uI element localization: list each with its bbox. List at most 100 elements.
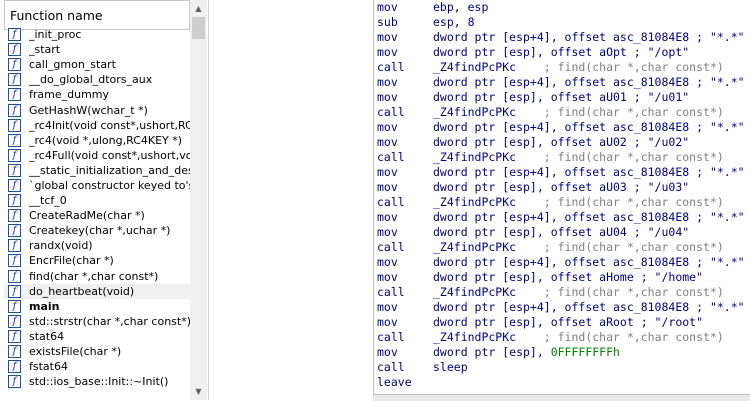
function-item[interactable]: f _start <box>4 42 190 57</box>
function-item[interactable]: f randx(void) <box>4 238 190 253</box>
disassembly-line[interactable]: call _Z4findPcPKc ; find(char *,char cons… <box>374 330 750 345</box>
operand-text: _Z4findPcPKc <box>433 150 517 164</box>
function-icon: f <box>8 178 21 192</box>
operand-text: dword ptr [esp], offset aU01 ; "/u01" <box>433 90 690 104</box>
function-item-label: call_gmon_start <box>29 58 116 72</box>
function-item[interactable]: f _rc4Init(void const*,ushort,RC4K <box>4 118 190 133</box>
functions-header[interactable]: Function name <box>4 0 190 30</box>
disassembly-line[interactable]: call _Z4findPcPKc ; find(char *,char cons… <box>374 150 750 165</box>
disassembly-line[interactable]: mov dword ptr [esp+4], offset asc_81084E8… <box>374 30 750 45</box>
functions-list: f _init_proc f _start f call_gmon_start f __do_… <box>4 27 190 400</box>
instruction-mnemonic: mov <box>377 75 398 89</box>
instruction-mnemonic: call <box>377 330 405 344</box>
function-item-label: _rc4(void *,ulong,RC4KEY *) <box>29 133 183 147</box>
instruction-operands: dword ptr [esp+4], offset asc_81084E8 ; … <box>433 210 745 224</box>
operand-text: dword ptr [esp+4], offset asc_81084E8 ; … <box>433 75 745 89</box>
instruction-mnemonic: call <box>377 150 405 164</box>
function-item[interactable]: f GetHashW(wchar_t *) <box>4 102 190 117</box>
disassembly-line[interactable]: call sleep <box>374 360 750 375</box>
function-item-label: main <box>29 299 60 313</box>
function-item[interactable]: f CreateRadMe(char *) <box>4 208 190 223</box>
instruction-comment: ; find(char *,char const*) <box>516 330 724 344</box>
disassembly-line[interactable]: call _Z4findPcPKc ; find(char *,char cons… <box>374 195 750 210</box>
disassembly-line[interactable]: mov ebp, esp <box>374 0 750 15</box>
function-item[interactable]: f EncrFile(char *) <box>4 253 190 268</box>
function-item-label: EncrFile(char *) <box>29 254 114 268</box>
function-item[interactable]: f _rc4(void *,ulong,RC4KEY *) <box>4 133 190 148</box>
function-item[interactable]: f frame_dummy <box>4 87 190 102</box>
instruction-mnemonic: mov <box>377 225 398 239</box>
disassembly-line[interactable]: mov dword ptr [esp+4], offset asc_81084E8… <box>374 210 750 225</box>
function-item[interactable]: f stat64 <box>4 329 190 344</box>
function-icon: f <box>8 43 21 57</box>
operand-text: dword ptr [esp+4], offset asc_81084E8 ; … <box>433 165 745 179</box>
disassembly-view: mov ebp, esp sub esp, 8 mov dword ptr [esp+4]… <box>373 0 750 400</box>
scrollbar-thumb[interactable] <box>192 17 205 39</box>
disassembly-line[interactable]: mov dword ptr [esp+4], offset asc_81084E8… <box>374 120 750 135</box>
disassembly-line[interactable]: call _Z4findPcPKc ; find(char *,char cons… <box>374 285 750 300</box>
function-item[interactable]: f std::strstr(char *,char const*) <box>4 314 190 329</box>
function-item-label: GetHashW(wchar_t *) <box>29 103 148 117</box>
disassembly-line[interactable]: mov dword ptr [esp], offset aU03 ; "/u03" <box>374 180 750 195</box>
disassembly-line[interactable]: mov dword ptr [esp], offset aOpt ; "/opt" <box>374 45 750 60</box>
function-icon: f <box>8 375 21 389</box>
disassembly-line[interactable]: sub esp, 8 <box>374 15 750 30</box>
operand-text: dword ptr [esp+4], offset asc_81084E8 ; … <box>433 210 745 224</box>
function-item[interactable]: f do_heartbeat(void) <box>4 283 190 299</box>
function-item[interactable]: f _init_proc <box>4 27 190 42</box>
function-item[interactable]: f `global constructor keyed to'szKe <box>4 178 190 193</box>
operand-text: dword ptr [esp+4], offset asc_81084E8 ; … <box>433 300 745 314</box>
disassembly-line[interactable]: call _Z4findPcPKc ; find(char *,char cons… <box>374 240 750 255</box>
function-icon: f <box>8 163 21 177</box>
disassembly-line[interactable]: leave <box>374 375 750 390</box>
function-item[interactable]: f call_gmon_start <box>4 57 190 72</box>
instruction-mnemonic: call <box>377 240 405 254</box>
function-icon: f <box>8 360 21 374</box>
disassembly-line[interactable]: call _Z4findPcPKc ; find(char *,char cons… <box>374 60 750 75</box>
disassembly-line[interactable]: mov dword ptr [esp+4], offset asc_81084E8… <box>374 300 750 315</box>
function-icon: f <box>8 194 21 208</box>
function-item[interactable]: f _rc4Full(void const*,ushort,void * <box>4 148 190 163</box>
function-item[interactable]: f __tcf_0 <box>4 193 190 208</box>
function-item[interactable]: f __do_global_dtors_aux <box>4 72 190 87</box>
operand-text: _Z4findPcPKc <box>433 195 517 209</box>
instruction-mnemonic: call <box>377 285 405 299</box>
operand-text: dword ptr [esp+4], offset asc_81084E8 ; … <box>433 120 745 134</box>
function-icon: f <box>8 103 21 117</box>
disassembly-line[interactable]: mov dword ptr [esp], 0FFFFFFFFh <box>374 345 750 360</box>
function-icon: f <box>8 73 21 87</box>
disassembly-line[interactable]: mov dword ptr [esp], offset aU02 ; "/u02" <box>374 135 750 150</box>
function-item-label: std::ios_base::Init::~Init() <box>29 375 169 389</box>
function-item[interactable]: f Createkey(char *,uchar *) <box>4 223 190 238</box>
disassembly-line[interactable]: mov dword ptr [esp], offset aU01 ; "/u01" <box>374 90 750 105</box>
operand-text: ebp, esp <box>433 0 489 14</box>
function-item-label: __tcf_0 <box>29 194 67 208</box>
functions-scrollbar[interactable]: ▲ ▼ <box>190 0 207 400</box>
disassembly-line[interactable]: mov dword ptr [esp+4], offset asc_81084E8… <box>374 255 750 270</box>
instruction-operands: dword ptr [esp], offset aRoot ; "/root" <box>433 315 703 329</box>
instruction-mnemonic: call <box>377 195 405 209</box>
function-item[interactable]: f fstat64 <box>4 359 190 374</box>
operand-text: dword ptr [esp], offset aU03 ; "/u03" <box>433 180 690 194</box>
disassembly-line[interactable]: mov dword ptr [esp], offset aU04 ; "/u04" <box>374 225 750 240</box>
disassembly-line[interactable]: mov dword ptr [esp], offset aHome ; "/hom… <box>374 270 750 285</box>
scroll-up-arrow-icon[interactable]: ▲ <box>190 0 207 17</box>
function-item-label: frame_dummy <box>29 88 110 102</box>
disassembly-line[interactable]: mov dword ptr [esp], offset aRoot ; "/roo… <box>374 315 750 330</box>
function-item[interactable]: f std::ios_base::Init::~Init() <box>4 374 190 389</box>
scroll-down-arrow-icon[interactable]: ▼ <box>190 383 207 400</box>
function-item[interactable]: f find(char *,char const*) <box>4 269 190 284</box>
function-item-label: do_heartbeat(void) <box>29 284 135 298</box>
disassembly-line[interactable]: call _Z4findPcPKc ; find(char *,char cons… <box>374 105 750 120</box>
operand-text: _Z4findPcPKc <box>433 60 517 74</box>
instruction-mnemonic: mov <box>377 45 398 59</box>
function-item[interactable]: f main <box>4 299 190 314</box>
disassembly-line[interactable]: mov dword ptr [esp+4], offset asc_81084E8… <box>374 165 750 180</box>
operand-text: dword ptr [esp], <box>433 345 551 359</box>
function-item[interactable]: f __static_initialization_and_destru <box>4 163 190 178</box>
function-icon: f <box>8 133 21 147</box>
function-item-label: find(char *,char const*) <box>29 269 159 283</box>
function-item[interactable]: f existsFile(char *) <box>4 344 190 359</box>
instruction-comment: ; find(char *,char const*) <box>516 60 724 74</box>
disassembly-line[interactable]: mov dword ptr [esp+4], offset asc_81084E8… <box>374 75 750 90</box>
